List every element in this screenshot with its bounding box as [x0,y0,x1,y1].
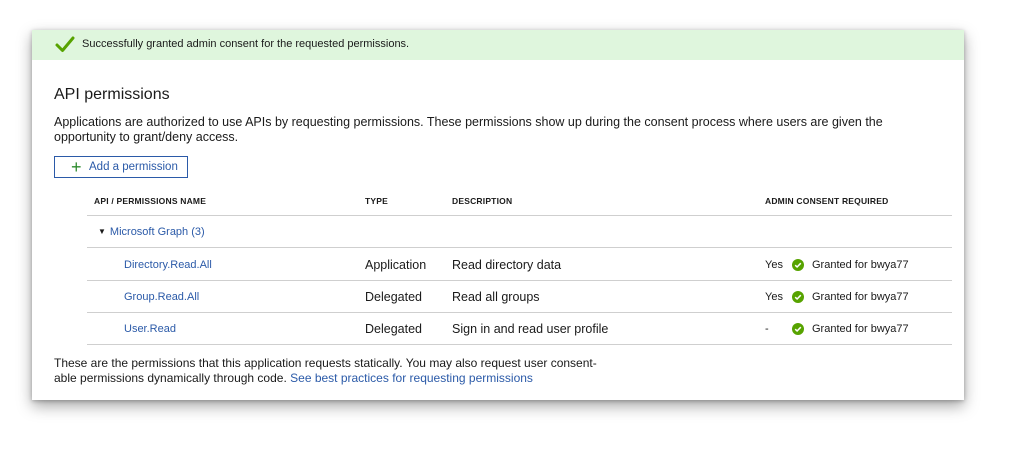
table-divider [87,215,952,216]
permission-description: Sign in and read user profile [452,322,609,336]
permission-name-link[interactable]: User.Read [124,323,176,335]
permission-description: Read directory data [452,258,562,272]
check-circle-icon [792,259,804,271]
consent-status-text: Granted for bwya77 [812,291,909,303]
add-permission-label: Add a permission [89,161,178,173]
caret-down-icon: ▼ [98,227,106,236]
consent-status: Granted for bwya77 [792,323,909,335]
consent-status-text: Granted for bwya77 [812,323,909,335]
table-divider [87,247,952,248]
column-header-admin-consent: ADMIN CONSENT REQUIRED [765,196,889,206]
admin-consent-required: Yes [765,259,783,271]
consent-status: Granted for bwya77 [792,259,909,271]
permission-type: Delegated [365,322,422,336]
check-circle-icon [792,291,804,303]
permission-type: Delegated [365,290,422,304]
page-description: Applications are authorized to use APIs … [54,115,883,144]
best-practices-link[interactable]: See best practices for requesting permis… [290,371,533,385]
permission-description: Read all groups [452,290,540,304]
permission-name-link[interactable]: Directory.Read.All [124,259,212,271]
api-group-label: Microsoft Graph (3) [109,226,205,238]
api-group-row[interactable]: ▼ Microsoft Graph (3) [98,226,205,238]
success-banner: Successfully granted admin consent for t… [32,30,964,60]
checkmark-icon [55,36,75,52]
check-circle-icon [792,323,804,335]
table-divider [87,280,952,281]
plus-icon: + [71,157,82,177]
permission-type: Application [365,258,427,272]
footer-note: These are the permissions that this appl… [54,356,614,386]
column-header-description: DESCRIPTION [452,196,513,206]
consent-status: Granted for bwya77 [792,291,909,303]
admin-consent-required: - [765,323,769,335]
consent-status-text: Granted for bwya77 [812,259,909,271]
page-title: API permissions [54,86,170,103]
add-permission-button[interactable]: + Add a permission [54,156,188,178]
table-divider [87,344,952,345]
admin-consent-required: Yes [765,291,783,303]
banner-message: Successfully granted admin consent for t… [82,38,410,50]
table-divider [87,312,952,313]
api-permissions-panel: Successfully granted admin consent for t… [32,30,964,400]
column-header-type: TYPE [365,196,389,206]
permission-name-link[interactable]: Group.Read.All [124,291,199,303]
column-header-name: API / PERMISSIONS NAME [94,196,207,206]
